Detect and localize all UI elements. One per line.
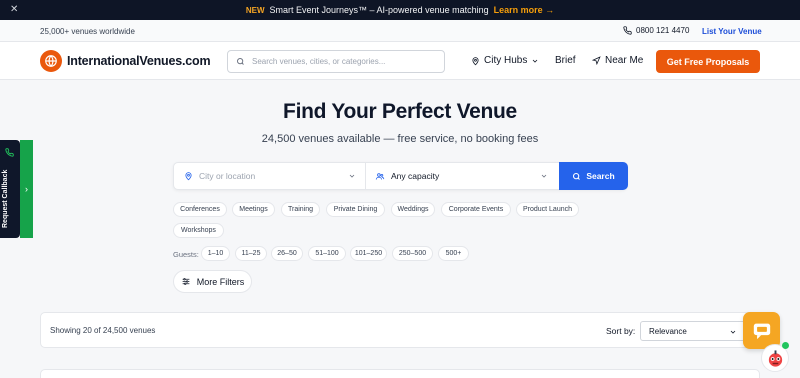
sort-value: Relevance	[649, 326, 687, 336]
category-chip-workshops[interactable]: Workshops	[173, 223, 224, 238]
request-callback-tab[interactable]: Request Callback	[0, 140, 20, 238]
globe-icon	[40, 50, 62, 72]
phone-icon	[623, 26, 632, 35]
capacity-select[interactable]: Any capacity	[366, 163, 559, 189]
logo-text: InternationalVenues.com	[67, 54, 211, 68]
category-chip-weddings[interactable]: Weddings	[391, 202, 435, 217]
map-pin-icon	[472, 56, 479, 65]
users-icon	[375, 172, 385, 180]
chat-mascot-avatar[interactable]	[761, 342, 789, 372]
category-chip-meetings[interactable]: Meetings	[232, 202, 275, 217]
get-free-proposals-button[interactable]: Get Free Proposals	[656, 50, 760, 73]
robot-mascot-icon	[768, 350, 783, 367]
filter-sliders-icon	[182, 278, 190, 285]
results-toolbar: Showing 20 of 24,500 venues Sort by: Rel…	[40, 312, 760, 348]
venue-results-list	[40, 369, 760, 378]
new-badge: NEW	[245, 5, 265, 15]
nav-brief[interactable]: Brief	[555, 55, 576, 66]
request-callback-label: Request Callback	[2, 169, 9, 228]
results-count: Showing 20 of 24,500 venues	[50, 326, 156, 335]
nav-city-hubs[interactable]: City Hubs	[471, 55, 539, 66]
phone-number: 0800 121 4470	[636, 26, 690, 35]
search-button-label: Search	[586, 171, 615, 181]
list-your-venue-link[interactable]: List Your Venue	[702, 27, 762, 36]
category-chip-corporate-events[interactable]: Corporate Events	[441, 202, 511, 217]
navigation-arrow-icon	[592, 56, 601, 65]
guest-chip-500-plus[interactable]: 500+	[438, 246, 469, 261]
capacity-value: Any capacity	[391, 171, 440, 181]
category-chip-training[interactable]: Training	[281, 202, 320, 217]
hero-title: Find Your Perfect Venue	[283, 100, 517, 123]
close-announcement-button[interactable]: ✕	[10, 4, 18, 15]
city-hubs-label: City Hubs	[484, 55, 528, 66]
guest-chip-26-50[interactable]: 26–50	[271, 246, 303, 261]
phone-link[interactable]: 0800 121 4470	[623, 26, 689, 35]
location-placeholder: City or location	[199, 171, 256, 181]
more-filters-label: More Filters	[196, 276, 245, 287]
announcement-message: Smart Event Journeys™ – AI-powered venue…	[269, 5, 489, 15]
chevron-down-icon	[349, 174, 355, 178]
category-chip-product-launch[interactable]: Product Launch	[516, 202, 579, 217]
venue-search-form: City or location Any capacity Search	[173, 162, 628, 190]
chevron-down-icon	[730, 330, 736, 334]
announcement-bar: ✕ NEW Smart Event Journeys™ – AI-powered…	[0, 0, 800, 20]
site-logo[interactable]: InternationalVenues.com	[40, 50, 211, 72]
sort-label: Sort by:	[606, 326, 636, 336]
map-pin-icon	[185, 172, 192, 181]
venue-count-text: 25,000+ venues worldwide	[40, 27, 135, 36]
search-button[interactable]: Search	[559, 162, 628, 190]
guest-chip-11-25[interactable]: 11–25	[235, 246, 267, 261]
main-header: InternationalVenues.com City Hubs Brief …	[0, 42, 800, 80]
search-icon	[573, 172, 581, 180]
header-search-input[interactable]	[252, 57, 432, 66]
guest-chip-250-500[interactable]: 250–500	[392, 246, 433, 261]
chat-bubble-icon	[753, 323, 770, 339]
phone-icon	[5, 148, 14, 157]
guest-chip-1-10[interactable]: 1–10	[201, 246, 230, 261]
more-filters-button[interactable]: More Filters	[173, 270, 252, 293]
category-chip-conferences[interactable]: Conferences	[173, 202, 227, 217]
location-field[interactable]: City or location	[174, 163, 366, 189]
callback-expand-arrow[interactable]: ›	[20, 140, 33, 238]
nav-near-me[interactable]: Near Me	[592, 55, 643, 66]
category-chip-private-dining[interactable]: Private Dining	[326, 202, 385, 217]
header-search[interactable]	[227, 50, 445, 73]
chevron-down-icon	[541, 174, 547, 178]
search-icon	[237, 58, 244, 65]
guest-chip-101-250[interactable]: 101–250	[350, 246, 387, 261]
brief-label: Brief	[555, 55, 576, 66]
utility-bar: 25,000+ venues worldwide 0800 121 4470 L…	[0, 20, 800, 42]
near-me-label: Near Me	[605, 55, 644, 66]
online-status-dot	[782, 342, 789, 349]
learn-more-link[interactable]: Learn more →	[494, 5, 555, 15]
chevron-down-icon	[533, 59, 538, 63]
guests-label: Guests:	[173, 250, 199, 259]
sort-select[interactable]: Relevance	[640, 321, 750, 341]
guest-chip-51-100[interactable]: 51–100	[308, 246, 346, 261]
hero-subtitle: 24,500 venues available — free service, …	[261, 133, 539, 145]
